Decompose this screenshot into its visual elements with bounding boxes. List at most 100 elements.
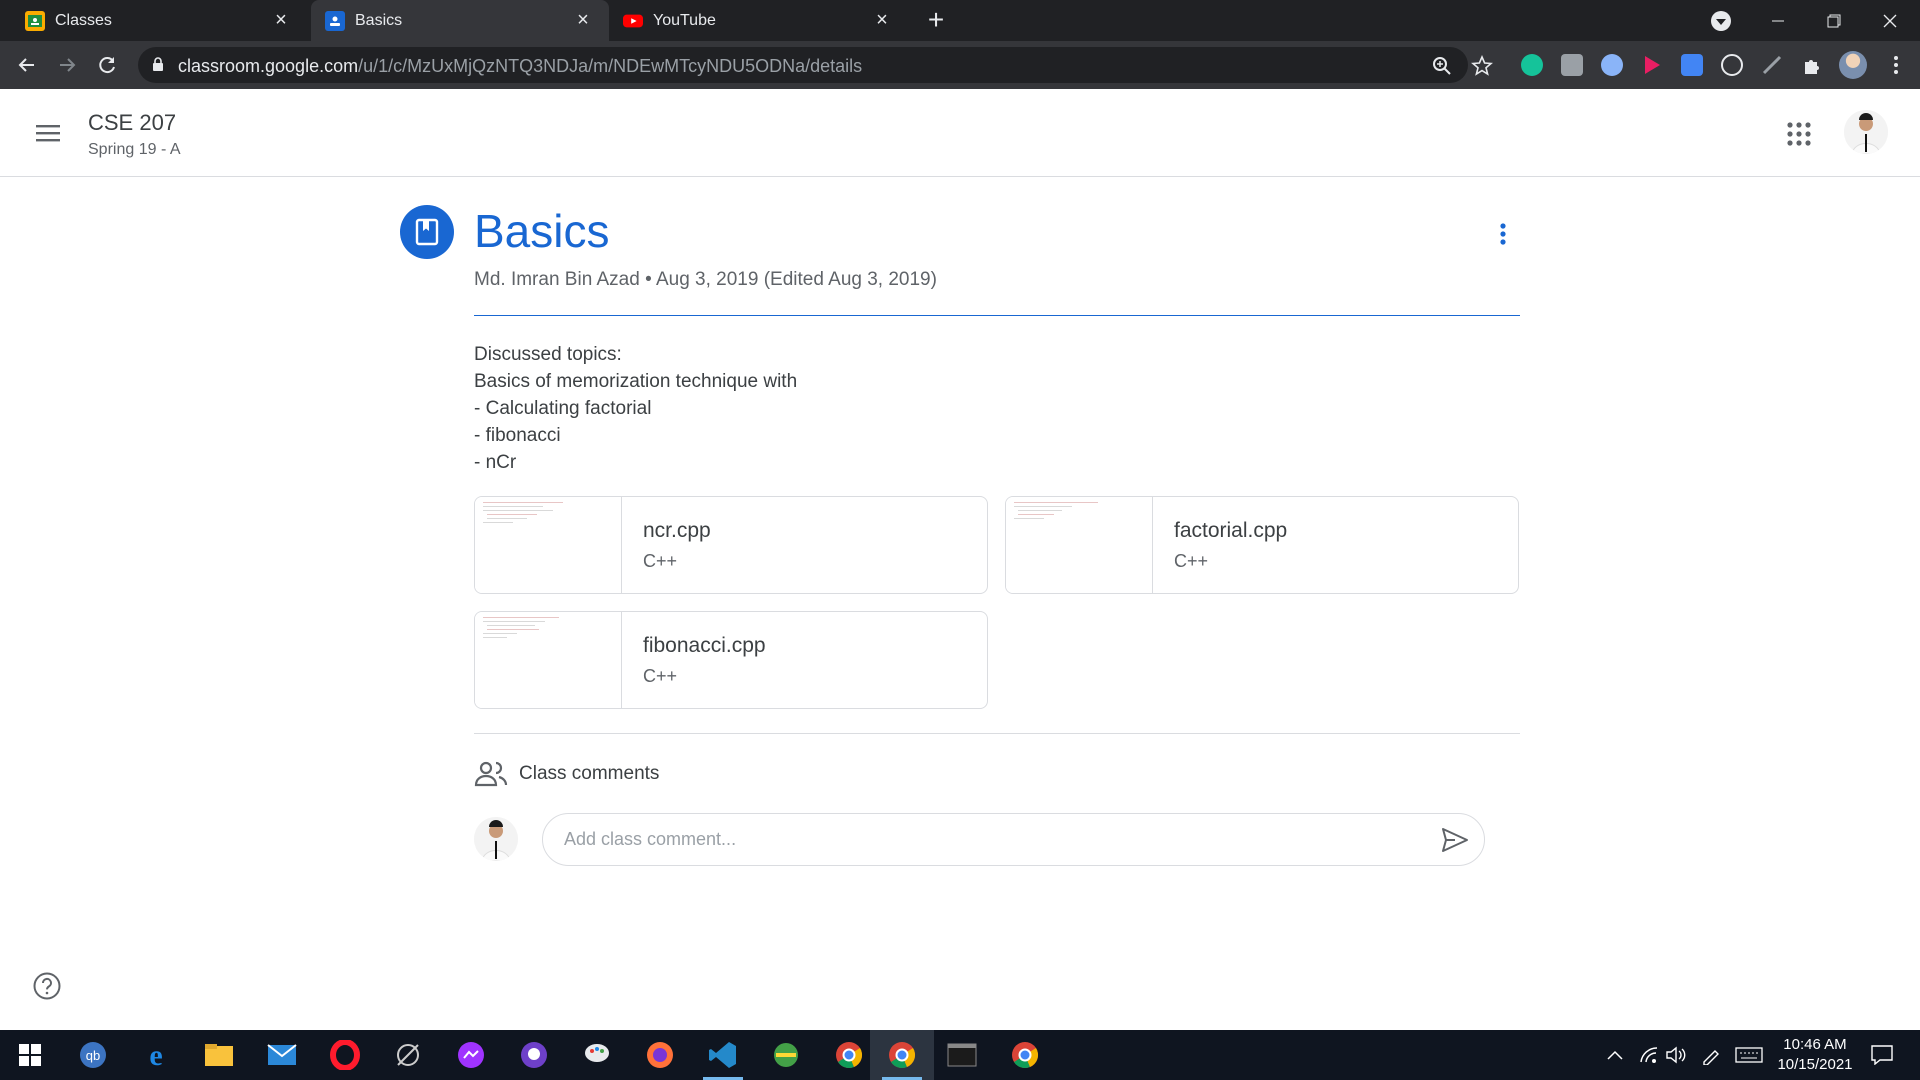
terminal-icon[interactable] — [932, 1030, 992, 1080]
attachment-name: factorial.cpp — [1174, 519, 1288, 542]
pen-extension-icon[interactable] — [1761, 54, 1783, 76]
youtube-icon — [623, 11, 643, 31]
classroom-header: CSE 207 Spring 19 - A — [0, 89, 1920, 177]
close-icon[interactable]: × — [271, 9, 291, 31]
new-tab-button[interactable]: + — [921, 6, 951, 36]
tab-search-icon[interactable] — [1709, 9, 1733, 33]
attachment-type: C++ — [1174, 551, 1209, 571]
volume-icon[interactable] — [1661, 1030, 1691, 1080]
network-icon[interactable] — [1634, 1030, 1664, 1080]
more-options-icon[interactable] — [1488, 219, 1518, 249]
tab-youtube[interactable]: YouTube × — [611, 0, 908, 41]
puzzle-extensions-icon[interactable] — [1801, 54, 1823, 76]
grammarly-icon[interactable] — [1521, 54, 1543, 76]
svg-text:qb: qb — [86, 1048, 100, 1063]
class-name[interactable]: CSE 207 — [88, 110, 176, 136]
vscode-icon[interactable] — [693, 1030, 753, 1080]
qbittorrent-icon[interactable]: qb — [63, 1030, 123, 1080]
file-thumbnail — [1006, 497, 1153, 593]
send-icon[interactable] — [1441, 827, 1469, 853]
people-icon — [474, 760, 508, 788]
file-thumbnail — [475, 612, 622, 708]
attachment-card[interactable]: fibonacci.cpp C++ — [474, 611, 988, 709]
messenger-icon[interactable] — [441, 1030, 501, 1080]
main-menu-icon[interactable] — [32, 119, 66, 147]
attachment-name: fibonacci.cpp — [643, 634, 766, 657]
minimize-button[interactable] — [1750, 0, 1806, 41]
extension-icon[interactable] — [1601, 54, 1623, 76]
chevron-up-icon[interactable] — [1600, 1030, 1630, 1080]
help-icon[interactable] — [32, 971, 62, 1001]
class-comment-input[interactable] — [542, 813, 1485, 866]
comments-divider — [474, 733, 1520, 734]
screen-capture-icon[interactable] — [1721, 54, 1743, 76]
attachment-type: C++ — [643, 551, 678, 571]
post-body-line: - nCr — [474, 452, 517, 473]
clock-date: 10/15/2021 — [1777, 1056, 1853, 1073]
material-icon — [400, 205, 454, 259]
user-avatar[interactable] — [1844, 110, 1888, 154]
bookmark-star-icon[interactable] — [1471, 54, 1493, 77]
github-icon[interactable] — [504, 1030, 564, 1080]
chrome-icon[interactable] — [870, 1030, 934, 1080]
attachment-name: ncr.cpp — [643, 519, 711, 542]
tab-title: Classes — [55, 11, 112, 29]
url-text: classroom.google.com/u/1/c/MzUxMjQzNTQ3N… — [178, 56, 863, 76]
forward-button[interactable] — [51, 49, 83, 81]
close-icon[interactable]: × — [573, 9, 593, 31]
zoom-icon[interactable] — [1431, 55, 1453, 77]
satellite-app-icon[interactable] — [378, 1030, 438, 1080]
download-extension-icon[interactable] — [1681, 54, 1703, 76]
file-thumbnail — [475, 497, 622, 593]
tab-title: Basics — [355, 11, 403, 29]
reload-button[interactable] — [91, 49, 123, 81]
pen-workspace-icon[interactable] — [1696, 1030, 1726, 1080]
idm-icon[interactable] — [756, 1030, 816, 1080]
post-body: Discussed topics: Basics of memorization… — [474, 341, 797, 476]
attachment-card[interactable]: factorial.cpp C++ — [1005, 496, 1519, 594]
opera-icon[interactable] — [315, 1030, 375, 1080]
post-meta: Md. Imran Bin Azad • Aug 3, 2019 (Edited… — [474, 269, 937, 290]
address-bar[interactable]: classroom.google.com/u/1/c/MzUxMjQzNTQ3N… — [138, 47, 1493, 83]
class-comments-label: Class comments — [519, 763, 660, 784]
attachment-type: C++ — [643, 666, 678, 686]
close-icon[interactable]: × — [872, 9, 892, 31]
tab-basics[interactable]: Basics × — [311, 0, 609, 41]
post-title: Basics — [474, 205, 610, 257]
notification-icon[interactable] — [1864, 1030, 1900, 1080]
mail-icon[interactable] — [252, 1030, 312, 1080]
post-body-line: - fibonacci — [474, 425, 561, 446]
post-body-line: Basics of memorization technique with — [474, 371, 798, 392]
tab-classes[interactable]: Classes × — [0, 0, 307, 41]
tab-title: YouTube — [653, 11, 716, 29]
chrome-menu-icon[interactable] — [1884, 53, 1908, 77]
firefox-icon[interactable] — [630, 1030, 690, 1080]
paint-icon[interactable] — [567, 1030, 627, 1080]
start-button[interactable] — [0, 1030, 60, 1080]
google-apps-icon[interactable] — [1786, 121, 1812, 147]
post-body-line: - Calculating factorial — [474, 398, 652, 419]
close-window-button[interactable] — [1862, 0, 1918, 41]
title-divider — [474, 315, 1520, 316]
svg-text:e: e — [149, 1040, 162, 1070]
browser-toolbar: classroom.google.com/u/1/c/MzUxMjQzNTQ3N… — [0, 41, 1920, 89]
lock-icon[interactable] — [152, 57, 164, 77]
chrome-icon[interactable] — [995, 1030, 1055, 1080]
restore-button[interactable] — [1806, 0, 1862, 41]
assignment-icon — [325, 10, 345, 31]
camera-icon[interactable] — [1561, 54, 1583, 76]
browser-tab-strip: Classes × Basics × YouTube × + — [0, 0, 1920, 41]
classroom-icon — [25, 10, 45, 31]
attachment-card[interactable]: ncr.cpp C++ — [474, 496, 988, 594]
taskbar-clock[interactable]: 10:46 AM 10/15/2021 — [1760, 1035, 1870, 1075]
edge-icon[interactable]: e — [126, 1030, 186, 1080]
user-avatar — [474, 817, 518, 861]
class-section: Spring 19 - A — [88, 141, 181, 158]
file-explorer-icon[interactable] — [189, 1030, 249, 1080]
post-body-line: Discussed topics: — [474, 344, 622, 365]
back-button[interactable] — [11, 49, 43, 81]
profile-avatar[interactable] — [1839, 51, 1867, 79]
windows-taskbar: qb e 10:46 AM 10/15/2021 — [0, 1030, 1920, 1080]
play-extension-icon[interactable] — [1641, 54, 1663, 76]
clock-time: 10:46 AM — [1783, 1036, 1847, 1053]
